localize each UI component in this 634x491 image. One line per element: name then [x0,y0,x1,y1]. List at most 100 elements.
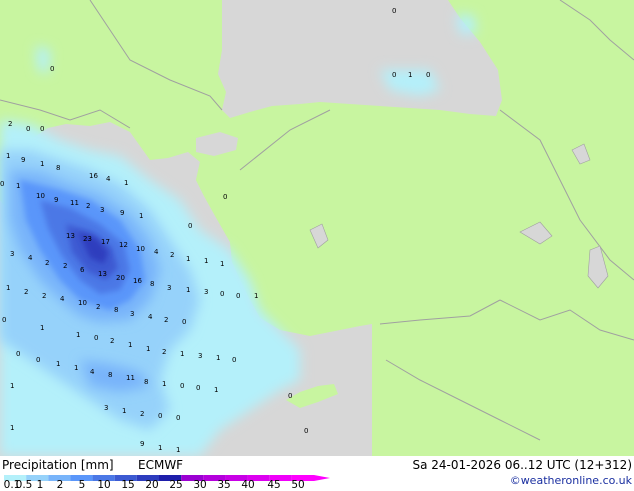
value-label: 0 [304,427,308,435]
value-label: 0 [36,356,40,364]
value-label: 10 [78,299,87,307]
value-label: 1 [56,360,60,368]
value-label: 2 [86,202,90,210]
value-label: 1 [216,354,220,362]
value-label: 1 [40,160,44,168]
value-label: 3 [204,288,208,296]
value-label: 11 [70,199,79,207]
value-label: 13 [98,270,107,278]
scale-tick-label: 0.5 [15,479,33,491]
value-label: 0 [176,414,180,422]
scale-tick-label: 5 [78,479,86,491]
value-label: 1 [162,380,166,388]
value-label: 1 [214,386,218,394]
value-label: 9 [140,440,144,448]
value-label: 1 [10,382,14,390]
value-label: 0 [236,292,240,300]
value-label: 0 [94,334,98,342]
value-label: 17 [101,238,110,246]
value-label: 10 [136,245,145,253]
scale-tick-label: 20 [145,479,159,491]
value-label: 2 [164,316,168,324]
value-label: 1 [10,424,14,432]
value-label: 6 [80,266,85,274]
value-label: 1 [408,71,412,79]
value-label: 0 [182,318,186,326]
value-label: 1 [254,292,258,300]
value-label: 0 [188,222,192,230]
value-label: 1 [16,182,20,190]
scale-tick-label: 30 [193,479,207,491]
value-label: 10 [36,192,45,200]
value-label: 8 [56,164,60,172]
value-label: 0 [0,180,4,188]
value-label: 0 [40,125,44,133]
value-label: 3 [198,352,202,360]
value-label: 1 [139,212,143,220]
value-label: 3 [130,310,134,318]
value-label: 2 [170,251,174,259]
value-label: 1 [122,407,126,415]
value-label: 3 [10,250,14,258]
value-label: 4 [90,368,95,376]
value-label: 1 [76,331,80,339]
scale-tick-label: 25 [169,479,183,491]
value-label: 2 [96,303,100,311]
levant-coast [372,324,386,456]
value-label: 1 [74,364,78,372]
value-label: 0 [232,356,236,364]
value-label: 0 [180,382,184,390]
value-label: 1 [6,152,10,160]
value-label: 0 [392,7,396,15]
value-label: 1 [186,255,190,263]
value-label: 1 [124,179,128,187]
value-label: 20 [116,274,125,282]
map-title: Precipitation [mm] [2,458,114,472]
scale-tick-label: 10 [97,479,111,491]
value-label: 16 [133,277,142,285]
value-label: 8 [114,306,118,314]
value-label: 13 [66,232,75,240]
value-label: 9 [120,209,124,217]
scale-tick-label: 50 [291,479,305,491]
value-label: 1 [176,446,180,454]
value-label: 11 [126,374,135,382]
scale-tick-label: 2 [56,479,64,491]
value-label: 4 [60,295,65,303]
value-label: 3 [104,404,108,412]
value-label: 4 [28,254,33,262]
scale-tick-label: 15 [121,479,135,491]
value-label: 0 [220,290,224,298]
scale-arrow [314,475,330,481]
value-label: 0 [223,193,227,201]
value-label: 0 [426,71,430,79]
value-label: 8 [144,378,148,386]
value-label: 2 [162,348,166,356]
value-label: 23 [83,235,92,243]
value-label: 3 [100,206,104,214]
scale-tick-label: 40 [241,479,255,491]
value-label: 8 [150,280,154,288]
value-label: 0 [392,71,396,79]
valid-time: Sa 24-01-2026 06..12 UTC (12+312) [412,458,632,472]
value-label: 9 [54,196,58,204]
value-label: 1 [220,260,224,268]
value-label: 0 [288,392,292,400]
value-label: 3 [167,284,171,292]
value-label: 0 [158,412,162,420]
value-label: 0 [2,316,6,324]
value-label: 2 [42,292,46,300]
value-label: 2 [45,259,49,267]
value-label: 12 [119,241,128,249]
precipitation-map: 000 1 020 01 9 1 8116 4 1010 9 11 2 3 9 10013 23 17 12 10 4… [0,0,634,456]
value-label: 1 [146,345,150,353]
scale-tick-label: 1 [36,479,44,491]
credit-link[interactable]: ©weatheronline.co.uk [510,474,632,487]
value-label: 1 [186,286,190,294]
value-label: 1 [180,350,184,358]
value-label: 4 [106,175,111,183]
value-label: 2 [8,120,12,128]
value-label: 4 [154,248,159,256]
value-label: 1 [40,324,44,332]
value-label: 1 [158,444,162,452]
